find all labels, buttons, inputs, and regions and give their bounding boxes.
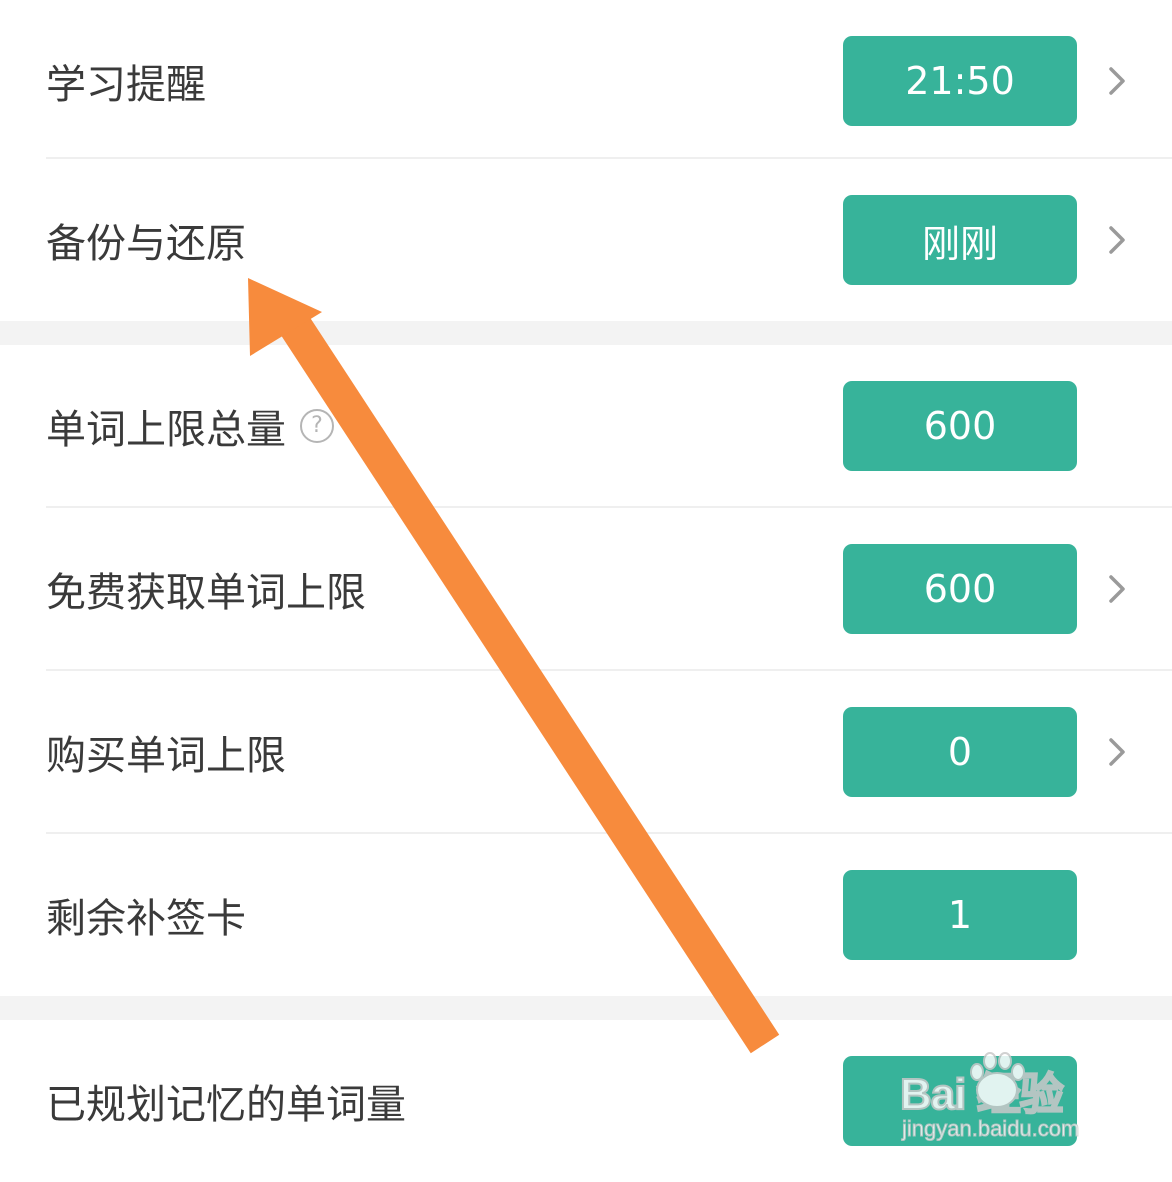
section-gap (0, 321, 1172, 345)
chevron-right-icon (1109, 575, 1125, 603)
reminder-time-value[interactable]: 21:50 (843, 36, 1077, 126)
makeup-cards-value: 1 (843, 870, 1077, 960)
setting-label: 购买单词上限 (46, 733, 286, 779)
help-circle-icon[interactable]: ? (300, 409, 334, 443)
chevron-right-icon (1109, 226, 1125, 254)
setting-row-study-reminder[interactable]: 学习提醒 21:50 (0, 0, 1172, 162)
paw-icon (970, 1052, 1025, 1108)
free-word-limit-value[interactable]: 600 (843, 544, 1077, 634)
purchase-word-limit-value[interactable]: 0 (843, 707, 1077, 797)
section-gap (0, 996, 1172, 1020)
chevron-right-icon (1109, 738, 1125, 766)
setting-label: 学习提醒 (46, 62, 206, 108)
setting-row-word-limit-total[interactable]: 单词上限总量 ? 600 (0, 345, 1172, 507)
setting-row-purchase-word-limit[interactable]: 购买单词上限 0 (0, 671, 1172, 833)
setting-row-free-word-limit[interactable]: 免费获取单词上限 600 (0, 508, 1172, 670)
chevron-right-icon (1109, 67, 1125, 95)
watermark-url: jingyan.baidu.com (901, 1116, 1080, 1142)
setting-label: 单词上限总量 ? (46, 397, 334, 455)
setting-label: 剩余补签卡 (46, 896, 246, 942)
setting-label: 免费获取单词上限 (46, 570, 366, 616)
setting-row-backup-restore[interactable]: 备份与还原 刚刚 (0, 159, 1172, 321)
backup-time-value[interactable]: 刚刚 (843, 195, 1077, 285)
word-limit-total-value: 600 (843, 381, 1077, 471)
setting-label: 备份与还原 (46, 221, 246, 267)
baidu-watermark: Bai 经验 jingyan.baidu.com (899, 1050, 1120, 1150)
setting-row-makeup-cards[interactable]: 剩余补签卡 1 (0, 834, 1172, 996)
setting-label: 已规划记忆的单词量 (46, 1082, 406, 1128)
